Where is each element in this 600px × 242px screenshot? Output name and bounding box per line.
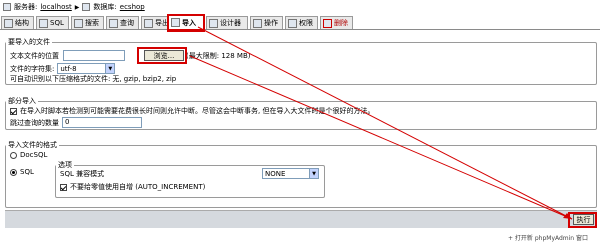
tab-label: 删除 [334,19,348,27]
skip-queries-input[interactable]: 0 [62,117,142,128]
partial-import-legend: 部分导入 [8,97,36,105]
tab-sql[interactable]: SQL [36,16,69,29]
tab-designer[interactable]: 设计器 [206,16,248,29]
db-link[interactable]: ecshop [120,3,145,11]
chevron-down-icon: ▼ [309,169,318,178]
tab-label: 搜索 [85,19,99,27]
tab-search[interactable]: 搜索 [71,16,104,29]
compression-row: 可自动识别以下压缩格式的文件: 无, gzip, bzip2, zip [10,74,176,84]
drop-icon [323,18,332,28]
server-link[interactable]: localhost [40,3,71,11]
format-legend: 导入文件的格式 [8,141,57,149]
highlight-import-tab [167,14,205,32]
tab-label: 权限 [299,19,313,27]
compat-mode-label: SQL 兼容模式 [60,170,105,178]
export-icon [144,18,153,28]
designer-icon [209,18,218,28]
database-icon [82,3,91,11]
docsql-radio[interactable] [10,151,17,159]
server-icon [3,3,11,11]
sql-icon [39,18,48,28]
no-autoinc-checkbox[interactable] [60,183,67,191]
allow-interrupt-row: 在导入时脚本若检测到可能需要花费很长时间则允许中断。尽管这会中断事务, 但在导入… [10,106,374,116]
highlight-browse-button [137,47,187,64]
allow-interrupt-label: 在导入时脚本若检测到可能需要花费很长时间则允许中断。尽管这会中断事务, 但在导入… [20,107,375,115]
compat-mode-value: NONE [265,169,286,178]
tab-privileges[interactable]: 权限 [285,16,318,29]
tab-query[interactable]: 查询 [106,16,139,29]
sql-radio[interactable] [10,168,17,176]
charset-value: utf-8 [60,64,77,73]
server-label: 服务器: [14,3,38,11]
compat-mode-select[interactable]: NONE ▼ [262,168,319,179]
tab-bar: 结构 SQL 搜索 查询 导出 导入 设计器 操作 权限 删除 [0,14,600,31]
db-label: 数据库: [93,3,117,11]
tab-label: SQL [50,19,64,27]
file-location-label: 文本文件的位置 [10,51,59,60]
tab-label: 查询 [120,19,134,27]
footer-bar [5,210,597,228]
tab-drop[interactable]: 删除 [320,16,353,29]
privileges-icon [288,18,297,28]
file-location-input[interactable] [63,50,125,61]
tab-label: 设计器 [220,19,241,27]
tab-operations[interactable]: 操作 [250,16,283,29]
compression-label: 可自动识别以下压缩格式的文件: [10,75,111,83]
query-icon [109,18,118,28]
allow-interrupt-checkbox[interactable] [10,107,17,115]
breadcrumb: 服务器: localhost ▶ 数据库: ecshop [0,0,600,14]
structure-icon [4,18,13,28]
charset-select[interactable]: utf-8 ▼ [57,63,116,74]
skip-queries-label: 跳过查询的数量 [10,118,59,127]
skip-queries-row: 跳过查询的数量 0 [10,117,142,128]
max-size-text: (最大限制: 128 MB) [186,52,251,60]
docsql-label: DocSQL [20,151,48,159]
options-fieldset: 选项 [55,160,325,198]
import-file-legend: 要导入的文件 [8,38,50,46]
charset-row: 文件的字符集: utf-8 ▼ [10,63,116,74]
docsql-row: DocSQL [10,151,47,159]
tab-label: 操作 [264,19,278,27]
tab-label: 结构 [15,19,29,27]
search-icon [74,18,83,28]
file-location-row: 文本文件的位置 [10,50,125,61]
tab-structure[interactable]: 结构 [1,16,34,29]
no-autoinc-row: 不要给零值使用自增 (AUTO_INCREMENT) [60,182,205,192]
chevron-down-icon: ▼ [105,64,115,73]
sql-label: SQL [20,168,34,176]
compression-value: 无, gzip, bzip2, zip [112,75,177,83]
operations-icon [253,18,262,28]
breadcrumb-separator: ▶ [74,3,80,11]
highlight-go-button [568,212,597,228]
sql-row: SQL [10,168,34,176]
charset-label: 文件的字符集: [10,64,55,73]
no-autoinc-label: 不要给零值使用自增 (AUTO_INCREMENT) [70,183,206,191]
